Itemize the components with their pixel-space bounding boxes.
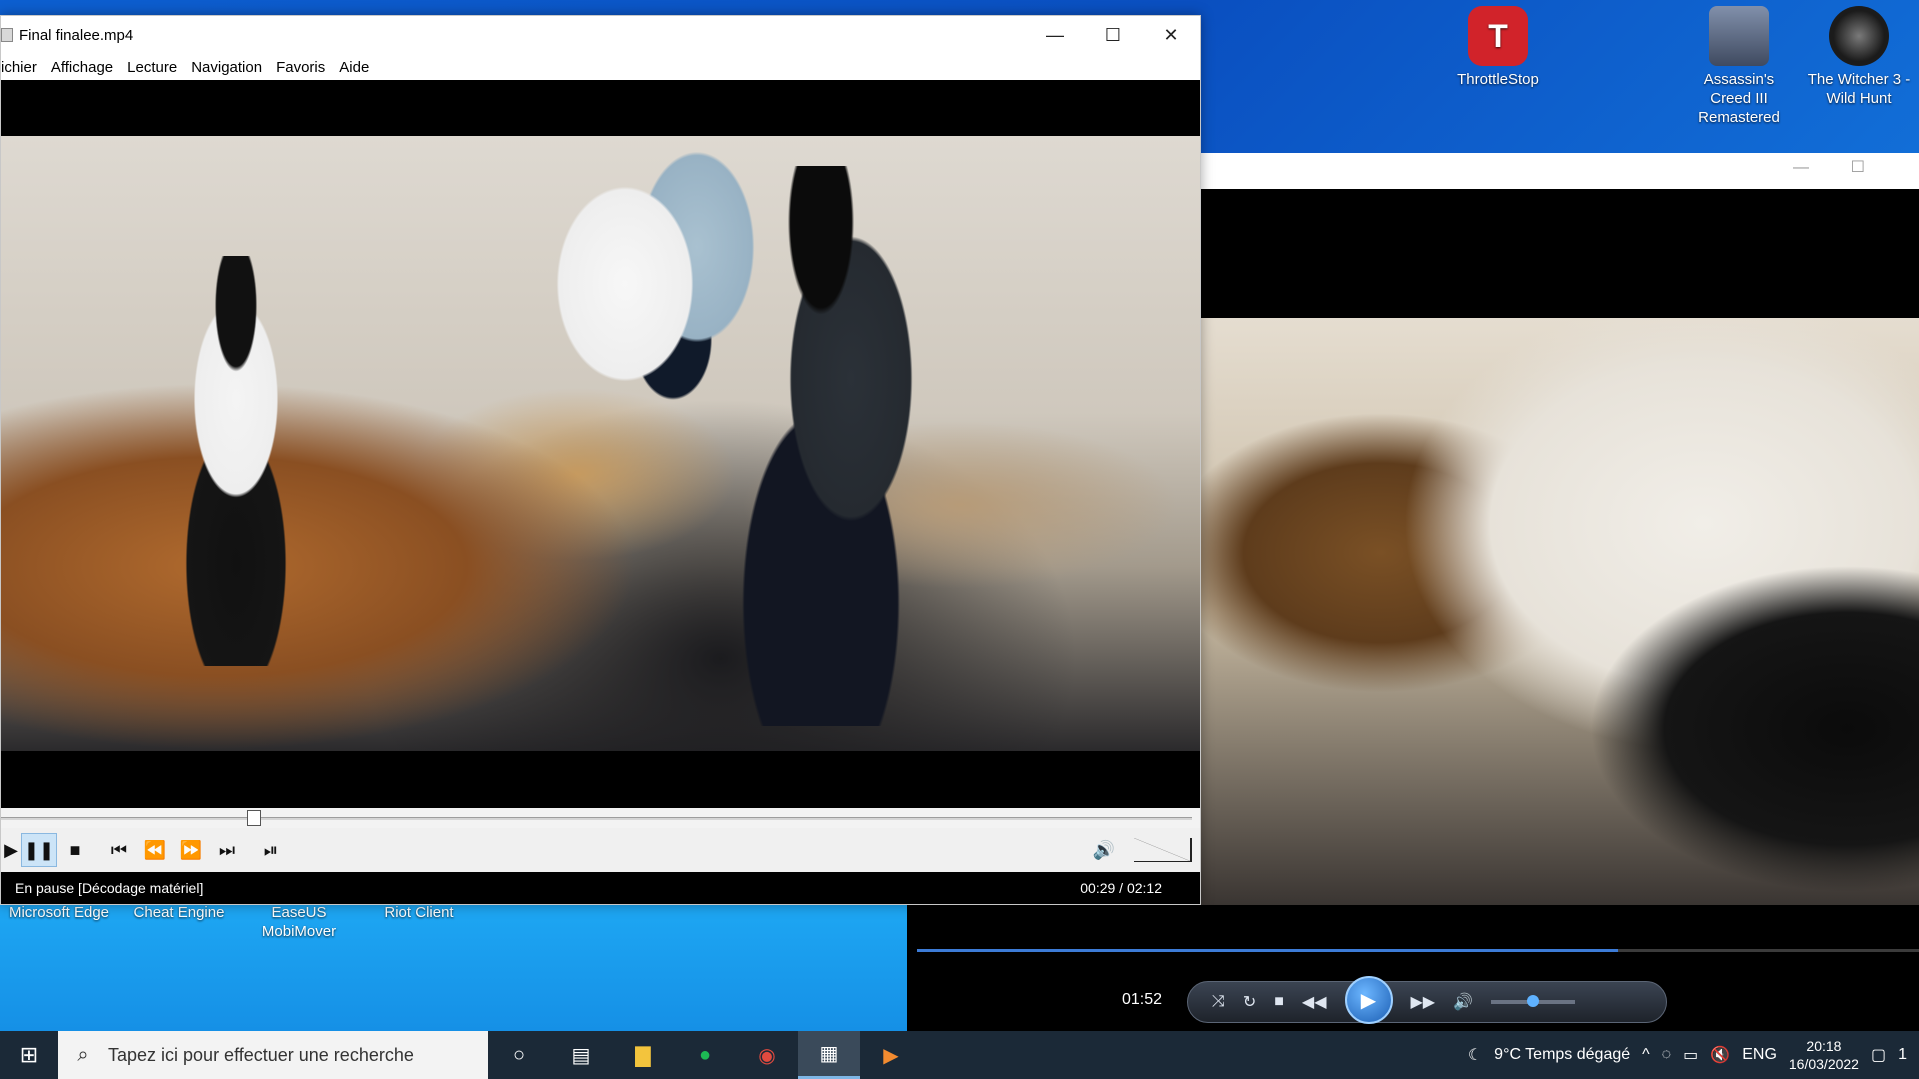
clock[interactable]: 20:18 16/03/2022 — [1789, 1037, 1859, 1073]
frame-step-button[interactable]: ⏯ — [253, 833, 289, 867]
desktop-icon-throttlestop[interactable]: T ThrottleStop — [1443, 6, 1553, 89]
maximize-icon[interactable]: ☐ — [1851, 157, 1865, 177]
video-frame — [1, 136, 1200, 751]
fast-forward-button[interactable]: ⏩ — [173, 833, 209, 867]
desktop-icon-label: Microsoft Edge — [8, 904, 110, 921]
task-view-icon[interactable]: ▤ — [550, 1031, 612, 1079]
system-tray: ☾ 9°C Temps dégagé ^ ◌ ▭ 🔇 ENG 20:18 16/… — [1468, 1037, 1919, 1073]
play-button[interactable]: ▶ — [1344, 976, 1393, 1024]
menu-help[interactable]: Aide — [332, 59, 376, 76]
notification-icon[interactable]: ▢ — [1871, 1045, 1886, 1065]
close-button[interactable]: ✕ — [1142, 16, 1200, 54]
player2-seek-bar[interactable] — [917, 949, 1919, 952]
controls-bar: ▶ ❚❚ ■ ⏮ ⏪ ⏩ ⏭ ⏯ 🔊 — [1, 828, 1200, 872]
menu-bar: ichier Affichage Lecture Navigation Favo… — [1, 54, 1200, 80]
status-text: En pause [Décodage matériel] — [15, 880, 204, 896]
chevron-up-icon[interactable]: ^ — [1642, 1046, 1650, 1064]
play-button[interactable]: ▶ — [1, 833, 21, 867]
desktop-background — [0, 903, 907, 1031]
play-icon: ▶ — [1360, 989, 1377, 1012]
minimize-button[interactable]: — — [1026, 16, 1084, 54]
desktop-icon-label: Cheat Engine — [133, 904, 225, 921]
assassins-creed-icon — [1709, 6, 1769, 66]
stop-button[interactable]: ■ — [57, 833, 93, 867]
video-area[interactable] — [1, 80, 1200, 808]
menu-play[interactable]: Lecture — [120, 59, 184, 76]
maximize-button[interactable]: ☐ — [1084, 16, 1142, 54]
seek-bar[interactable] — [1, 808, 1200, 828]
desktop-icon-assassins-creed[interactable]: Assassin's Creed III Remastered — [1684, 6, 1794, 127]
desktop-icon-label: EaseUS MobiMover — [261, 904, 337, 940]
previous-button[interactable]: ⏮ — [101, 833, 137, 867]
chrome-icon[interactable]: ◉ — [736, 1031, 798, 1079]
clock-date: 16/03/2022 — [1788, 1056, 1859, 1072]
seek-thumb[interactable] — [247, 810, 261, 826]
menu-navigate[interactable]: Navigation — [184, 59, 269, 76]
minimize-icon[interactable]: — — [1793, 159, 1809, 177]
volume-icon[interactable]: 🔊 — [1086, 833, 1122, 867]
player2-seek-fill — [917, 949, 1619, 952]
clock-time: 20:18 — [1806, 1038, 1842, 1054]
battery-icon[interactable]: ▭ — [1683, 1045, 1698, 1065]
desktop-icon-riot[interactable]: Riot Client — [364, 903, 474, 922]
player2-titlebar[interactable]: — ☐ — [1201, 153, 1919, 189]
seek-track — [1, 817, 1192, 820]
search-icon: ⌕ — [77, 1043, 89, 1066]
taskbar: ⊞ ⌕ Tapez ici pour effectuer une recherc… — [0, 1031, 1919, 1079]
volume-icon[interactable]: 🔊 — [1453, 992, 1473, 1012]
windows-icon: ⊞ — [19, 1042, 39, 1067]
next-button[interactable]: ⏭ — [209, 833, 245, 867]
cortana-icon[interactable]: ○ — [488, 1031, 550, 1079]
volume-knob[interactable] — [1527, 995, 1540, 1007]
volume-slider[interactable] — [1134, 838, 1192, 862]
notification-count: 1 — [1898, 1046, 1907, 1063]
desktop-icon-label: Assassin's Creed III Remastered — [1698, 71, 1780, 126]
mute-icon[interactable]: 🔇 — [1710, 1045, 1730, 1065]
menu-favorites[interactable]: Favoris — [269, 59, 332, 76]
search-placeholder: Tapez ici pour effectuer une recherche — [108, 1044, 414, 1065]
pause-button[interactable]: ❚❚ — [21, 833, 57, 867]
player2-video-frame — [1201, 318, 1919, 905]
player2-controls: ⤨ ↻ ■ ◀◀ ▶ ▶▶ 🔊 — [1187, 976, 1667, 1024]
desktop-icon-witcher[interactable]: The Witcher 3 - Wild Hunt — [1804, 6, 1914, 108]
file-explorer-icon[interactable]: ▇ — [612, 1031, 674, 1079]
menu-view[interactable]: Affichage — [44, 59, 120, 76]
desktop-icon-label: ThrottleStop — [1457, 71, 1539, 88]
player2-control-bar: 01:52 ⤨ ↻ ■ ◀◀ ▶ ▶▶ 🔊 — [907, 905, 1919, 1031]
shuffle-icon[interactable]: ⤨ — [1212, 993, 1225, 1011]
volume-slider[interactable] — [1491, 995, 1576, 1007]
desktop-icon-cheat-engine[interactable]: Cheat Engine — [124, 903, 234, 922]
media-player-window: Final finalee.mp4 — ☐ ✕ ichier Affichage… — [0, 15, 1201, 905]
status-bar: En pause [Décodage matériel] 00:29 / 02:… — [1, 872, 1200, 904]
rewind-button[interactable]: ⏪ — [137, 833, 173, 867]
spotify-icon[interactable]: ● — [674, 1031, 736, 1079]
desktop-icon-edge[interactable]: Microsoft Edge — [4, 903, 114, 922]
video-person-left — [121, 256, 351, 666]
rewind-icon[interactable]: ◀◀ — [1302, 992, 1327, 1012]
menu-file[interactable]: ichier — [1, 59, 44, 76]
throttlestop-icon: T — [1468, 6, 1528, 66]
witcher-icon — [1829, 6, 1889, 66]
titlebar[interactable]: Final finalee.mp4 — ☐ ✕ — [1, 16, 1200, 54]
stop-icon[interactable]: ■ — [1274, 993, 1284, 1011]
weather-icon[interactable]: ☾ — [1468, 1045, 1482, 1065]
app-icon — [1, 28, 13, 42]
desktop-icon-easeus[interactable]: EaseUS MobiMover — [244, 903, 354, 941]
player2-video-area[interactable] — [1201, 189, 1919, 905]
fast-forward-icon[interactable]: ▶▶ — [1411, 992, 1436, 1012]
media-player-classic-icon[interactable]: ▦ — [798, 1031, 860, 1079]
network-icon[interactable]: ◌ — [1662, 1046, 1672, 1064]
window-title: Final finalee.mp4 — [19, 26, 134, 44]
repeat-icon[interactable]: ↻ — [1243, 992, 1256, 1012]
player2-time: 01:52 — [1122, 991, 1163, 1008]
video-person-right — [701, 166, 1001, 726]
desktop-icon-label: Riot Client — [384, 904, 454, 921]
weather-text[interactable]: 9°C Temps dégagé — [1494, 1046, 1630, 1064]
media-player-icon[interactable]: ▶ — [860, 1031, 922, 1079]
search-box[interactable]: ⌕ Tapez ici pour effectuer une recherche — [58, 1031, 488, 1079]
language-indicator[interactable]: ENG — [1742, 1046, 1777, 1064]
time-display: 00:29 / 02:12 — [1080, 880, 1162, 896]
start-button[interactable]: ⊞ — [0, 1031, 58, 1079]
desktop-icon-label: The Witcher 3 - Wild Hunt — [1807, 71, 1911, 107]
